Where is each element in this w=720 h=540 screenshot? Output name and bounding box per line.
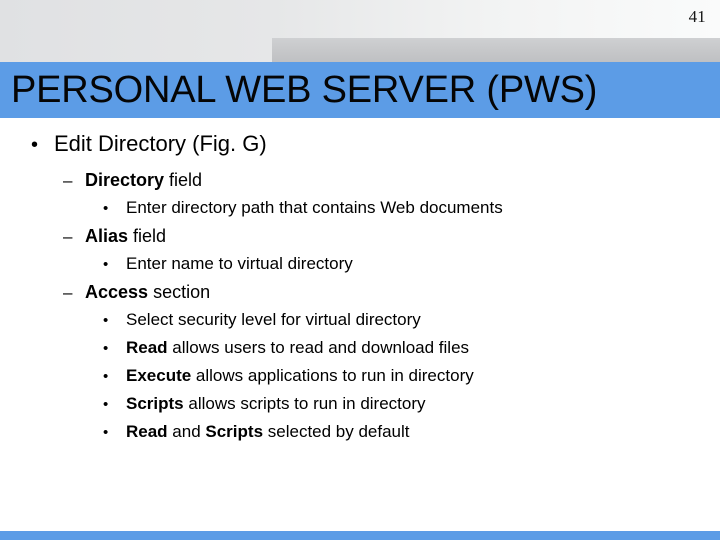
header-gray-strip bbox=[272, 38, 720, 62]
bullet-text-segment: Enter name to virtual directory bbox=[126, 254, 353, 273]
bullet-item-level-2: – Alias field bbox=[0, 224, 720, 249]
bullet-dot-icon: • bbox=[31, 134, 39, 156]
bullet-text-segment: Edit Directory (Fig. G) bbox=[54, 131, 267, 156]
bullet-text-emphasis: Scripts bbox=[126, 394, 184, 413]
bullet-dash-icon: – bbox=[63, 283, 73, 302]
bullet-dot-icon: • bbox=[103, 368, 109, 385]
bullet-dash-icon: – bbox=[63, 171, 73, 190]
bullet-text: Access section bbox=[85, 280, 210, 305]
bullet-item-level-3: • Enter name to virtual directory bbox=[0, 252, 720, 277]
bullet-dot-icon: • bbox=[103, 396, 109, 413]
bullet-dot-icon: • bbox=[103, 424, 109, 441]
footer-bar bbox=[0, 531, 720, 540]
bullet-text: Select security level for virtual direct… bbox=[126, 308, 421, 332]
bullet-dot-icon: • bbox=[103, 256, 109, 273]
bullet-text-segment: allows applications to run in directory bbox=[191, 366, 474, 385]
bullet-item-level-3: • Select security level for virtual direc… bbox=[0, 308, 720, 333]
bullet-item-level-1: • Edit Directory (Fig. G) bbox=[0, 130, 720, 159]
title-bar: PERSONAL WEB SERVER (PWS) bbox=[0, 62, 720, 118]
bullet-text: Edit Directory (Fig. G) bbox=[54, 130, 267, 158]
bullet-text: Read allows users to read and download f… bbox=[126, 336, 469, 360]
bullet-text: Read and Scripts selected by default bbox=[126, 420, 410, 444]
bullet-list: • Edit Directory (Fig. G) – Directory field… bbox=[0, 130, 720, 448]
bullet-dot-icon: • bbox=[103, 200, 109, 217]
bullet-text-segment: field bbox=[128, 226, 167, 246]
bullet-text: Scripts allows scripts to run in directo… bbox=[126, 392, 426, 416]
bullet-text: Directory field bbox=[85, 168, 202, 193]
bullet-item-level-3: • Execute allows applications to run in d… bbox=[0, 364, 720, 389]
bullet-text-segment: allows scripts to run in directory bbox=[183, 394, 426, 413]
bullet-dot-icon: • bbox=[103, 340, 109, 357]
bullet-text-emphasis: Access bbox=[85, 282, 149, 302]
bullet-text-emphasis: Read bbox=[126, 338, 168, 357]
bullet-item-level-2: – Directory field bbox=[0, 168, 720, 193]
bullet-text-segment: Enter directory path that contains Web d… bbox=[126, 198, 503, 217]
bullet-item-level-3: • Read and Scripts selected by default bbox=[0, 420, 720, 445]
bullet-text-emphasis: Execute bbox=[126, 366, 192, 385]
bullet-item-level-3: • Enter directory path that contains Web … bbox=[0, 196, 720, 221]
bullet-item-level-2: – Access section bbox=[0, 280, 720, 305]
bullet-text-emphasis: Scripts bbox=[205, 422, 264, 441]
bullet-text-segment: section bbox=[148, 282, 211, 302]
bullet-text-segment: and bbox=[167, 422, 206, 441]
bullet-text: Alias field bbox=[85, 224, 166, 249]
bullet-text: Enter name to virtual directory bbox=[126, 252, 353, 276]
bullet-text-segment: allows users to read and download files bbox=[167, 338, 470, 357]
bullet-text-segment: field bbox=[164, 170, 203, 190]
slide: 41 PERSONAL WEB SERVER (PWS) • Edit Direc… bbox=[0, 0, 720, 540]
page-number: 41 bbox=[688, 7, 706, 26]
bullet-text-emphasis: Directory bbox=[85, 170, 165, 190]
bullet-dot-icon: • bbox=[103, 312, 109, 329]
bullet-text-segment: selected by default bbox=[263, 422, 410, 441]
bullet-text-emphasis: Alias bbox=[85, 226, 129, 246]
bullet-item-level-3: • Scripts allows scripts to run in direct… bbox=[0, 392, 720, 417]
bullet-dash-icon: – bbox=[63, 227, 73, 246]
bullet-text: Enter directory path that contains Web d… bbox=[126, 196, 503, 220]
bullet-text: Execute allows applications to run in di… bbox=[126, 364, 474, 388]
bullet-item-level-3: • Read allows users to read and download … bbox=[0, 336, 720, 361]
page-title: PERSONAL WEB SERVER (PWS) bbox=[11, 69, 598, 111]
bullet-text-segment: Select security level for virtual direct… bbox=[126, 310, 421, 329]
bullet-text-emphasis: Read bbox=[126, 422, 168, 441]
